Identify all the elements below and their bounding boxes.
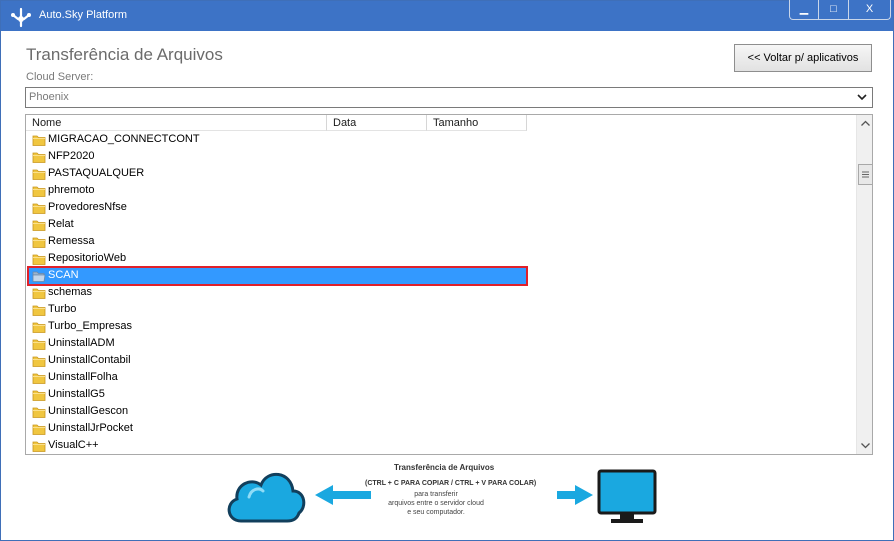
folder-icon xyxy=(32,235,46,249)
folder-icon xyxy=(32,184,46,198)
file-row[interactable]: PASTAQUALQUER xyxy=(28,166,526,182)
title-bar[interactable]: Auto.Sky Platform ▁ □ X xyxy=(1,0,893,31)
back-to-apps-button[interactable]: << Voltar p/ aplicativos xyxy=(734,44,872,72)
transfer-illustration: Transferência de Arquivos (CTRL + C PARA… xyxy=(219,457,665,537)
file-row[interactable]: UninstallGescon xyxy=(28,404,526,420)
maximize-button[interactable]: □ xyxy=(819,0,849,20)
file-row[interactable]: Turbo xyxy=(28,302,526,318)
file-name: UninstallADM xyxy=(48,337,115,349)
file-name: Turbo_Empresas xyxy=(48,320,132,332)
folder-icon xyxy=(32,439,46,453)
file-name: phremoto xyxy=(48,184,95,196)
folder-icon xyxy=(32,303,46,317)
folder-icon xyxy=(32,337,46,351)
folder-icon xyxy=(32,286,46,300)
arrow-right-icon xyxy=(557,485,593,505)
file-row[interactable]: phremoto xyxy=(28,183,526,199)
illustration-line-3: e seu computador. xyxy=(407,509,465,516)
scroll-up-button[interactable] xyxy=(857,115,872,132)
file-name: UninstallContabil xyxy=(48,354,131,366)
close-icon: X xyxy=(865,3,874,15)
folder-icon xyxy=(32,133,46,147)
folder-icon xyxy=(32,371,46,385)
scroll-thumb[interactable] xyxy=(858,164,872,185)
file-row[interactable]: UninstallContabil xyxy=(28,353,526,369)
folder-icon xyxy=(32,422,46,436)
file-name: NFP2020 xyxy=(48,150,95,162)
chevron-up-icon xyxy=(861,120,870,126)
file-row[interactable]: Turbo_Empresas xyxy=(28,319,526,335)
file-name: RepositorioWeb xyxy=(48,252,127,264)
file-row[interactable]: schemas xyxy=(28,285,526,301)
file-row[interactable]: NFP2020 xyxy=(28,149,526,165)
file-name: Turbo xyxy=(48,303,77,315)
autosky-logo-icon xyxy=(11,7,31,28)
file-name: schemas xyxy=(48,286,93,298)
file-name: UninstallG5 xyxy=(48,388,105,400)
folder-icon xyxy=(32,167,46,181)
folder-icon xyxy=(32,218,46,232)
file-row[interactable]: VisualC++ xyxy=(28,438,526,454)
file-name: ProvedoresNfse xyxy=(48,201,127,213)
column-header-nome[interactable]: Nome xyxy=(26,115,327,131)
file-name: MIGRACAO_CONNECTCONT xyxy=(48,133,200,145)
file-row[interactable]: RepositorioWeb xyxy=(28,251,526,267)
folder-icon xyxy=(32,405,46,419)
folder-icon xyxy=(32,252,46,266)
column-header-data[interactable]: Data xyxy=(327,115,427,131)
window-title: Auto.Sky Platform xyxy=(39,9,128,21)
file-name: UninstallGescon xyxy=(48,405,129,417)
minimize-icon: ▁ xyxy=(799,3,809,15)
column-header-tamanho[interactable]: Tamanho xyxy=(427,115,527,131)
cloud-server-label: Cloud Server: xyxy=(26,71,94,83)
file-row[interactable]: UninstallJrPocket xyxy=(28,421,526,437)
file-row[interactable]: UninstallFolha xyxy=(28,370,526,386)
chevron-down-icon xyxy=(861,443,870,449)
monitor-icon xyxy=(597,469,657,523)
illustration-title: Transferência de Arquivos xyxy=(394,463,495,472)
file-name: Remessa xyxy=(48,235,95,247)
folder-icon xyxy=(32,201,46,215)
minimize-button[interactable]: ▁ xyxy=(789,0,819,20)
file-name: PASTAQUALQUER xyxy=(48,167,145,179)
folder-icon xyxy=(32,150,46,164)
file-name: VisualC++ xyxy=(48,439,99,451)
page-title: Transferência de Arquivos xyxy=(26,45,223,64)
grip-icon xyxy=(862,171,869,178)
file-row[interactable]: UninstallADM xyxy=(28,336,526,352)
folder-icon xyxy=(32,354,46,368)
cloud-icon xyxy=(227,473,306,523)
chevron-down-icon[interactable] xyxy=(855,90,869,104)
file-row[interactable]: Remessa xyxy=(28,234,526,250)
file-name: UninstallJrPocket xyxy=(48,422,133,434)
file-row[interactable]: MIGRACAO_CONNECTCONT xyxy=(28,132,526,148)
file-row[interactable]: UninstallG5 xyxy=(28,387,526,403)
vertical-scrollbar[interactable] xyxy=(856,115,872,454)
maximize-icon: □ xyxy=(830,3,837,15)
file-row[interactable]: ProvedoresNfse xyxy=(28,200,526,216)
cloud-server-value: Phoenix xyxy=(29,91,69,103)
scroll-down-button[interactable] xyxy=(857,437,872,454)
close-button[interactable]: X xyxy=(849,0,891,20)
file-name: UninstallFolha xyxy=(48,371,118,383)
file-row[interactable]: Relat xyxy=(28,217,526,233)
folder-icon xyxy=(32,388,46,402)
highlight-box xyxy=(27,266,528,286)
file-name: Relat xyxy=(48,218,74,230)
illustration-line-2: arquivos entre o servidor cloud xyxy=(388,500,484,507)
file-list[interactable]: Nome Data Tamanho MIGRACAO_CONNECTCONT NF… xyxy=(25,114,873,455)
app-window: Auto.Sky Platform ▁ □ X Transferência de… xyxy=(0,0,894,541)
illustration-shortcut: (CTRL + C PARA COPIAR / CTRL + V PARA CO… xyxy=(365,480,537,487)
cloud-server-select[interactable]: Phoenix xyxy=(25,87,873,108)
folder-icon xyxy=(32,320,46,334)
illustration-line-1: para transferir xyxy=(414,491,458,498)
